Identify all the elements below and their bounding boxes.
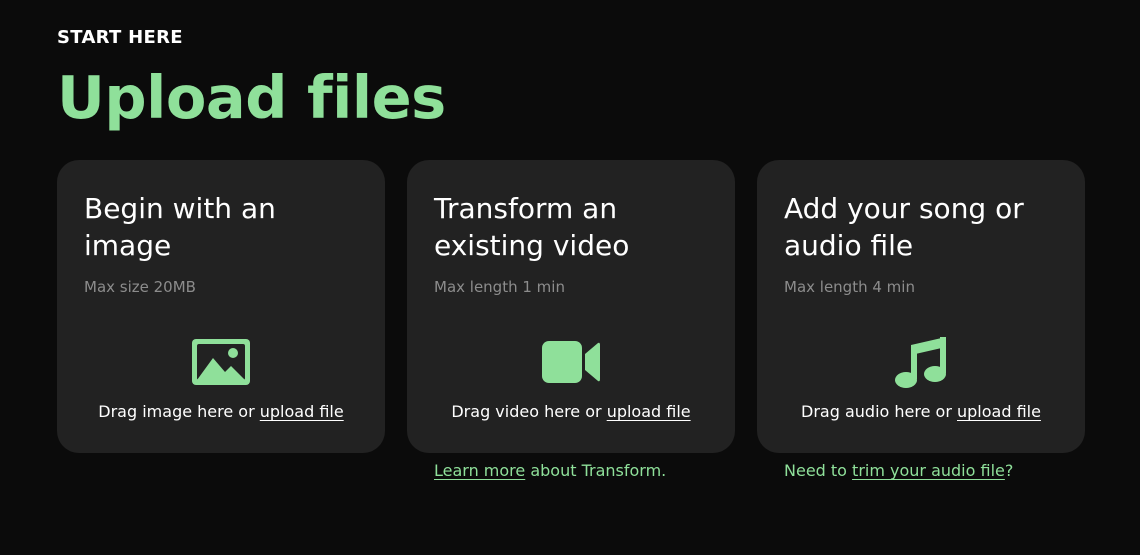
audio-dropzone[interactable]: Add your song or audio file Max length 4… [757,160,1085,453]
upload-page: START HERE Upload files Begin with an im… [0,0,1140,555]
learn-more-link[interactable]: Learn more [434,461,525,480]
card-limit: Max size 20MB [84,278,196,296]
card-limit: Max length 1 min [434,278,565,296]
music-note-icon [757,337,1085,388]
drop-text: Drag video here or [451,402,607,421]
drop-instructions: Drag image here or upload file [57,402,385,421]
upload-cards: Begin with an image Max size 20MB Drag i… [57,160,1085,483]
card-title: Transform an existing video [434,192,630,262]
upload-file-link[interactable]: upload file [607,402,691,421]
video-upload-column: Transform an existing video Max length 1… [407,160,735,483]
video-camera-icon [407,338,735,386]
image-dropzone[interactable]: Begin with an image Max size 20MB Drag i… [57,160,385,453]
page-title: Upload files [57,63,446,132]
drop-instructions: Drag audio here or upload file [757,402,1085,421]
card-title: Begin with an image [84,192,276,262]
image-icon [57,338,385,386]
footer-text: about Transform. [525,461,667,480]
image-upload-column: Begin with an image Max size 20MB Drag i… [57,160,385,483]
card-footer [57,461,385,483]
audio-upload-column: Add your song or audio file Max length 4… [757,160,1085,483]
card-footer: Learn more about Transform. [407,461,735,483]
footer-prefix: Need to [784,461,853,480]
footer-text: ? [1004,461,1014,480]
video-dropzone[interactable]: Transform an existing video Max length 1… [407,160,735,453]
trim-audio-link[interactable]: trim your audio file [852,461,1005,480]
drop-instructions: Drag video here or upload file [407,402,735,421]
card-footer: Need to trim your audio file? [757,461,1085,483]
card-limit: Max length 4 min [784,278,915,296]
upload-file-link[interactable]: upload file [957,402,1041,421]
drop-text: Drag audio here or [801,402,957,421]
eyebrow-label: START HERE [57,27,183,48]
upload-file-link[interactable]: upload file [260,402,344,421]
card-title: Add your song or audio file [784,192,1024,262]
drop-text: Drag image here or [98,402,260,421]
